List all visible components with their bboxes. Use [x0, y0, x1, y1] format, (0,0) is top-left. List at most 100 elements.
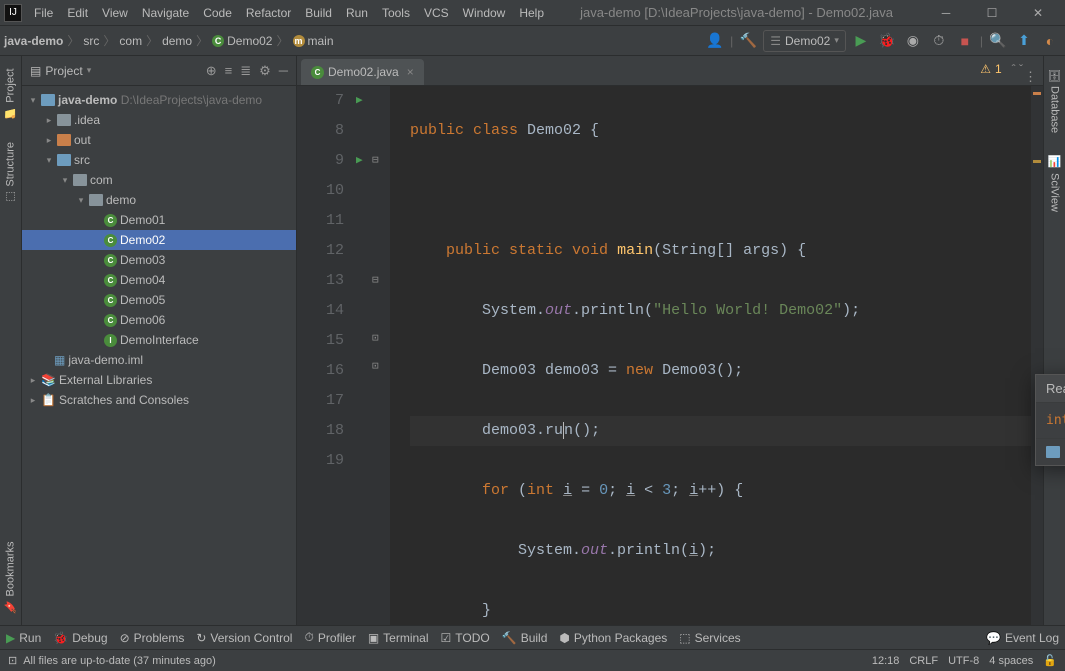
- tree-external-libraries[interactable]: ▸📚External Libraries: [22, 370, 296, 390]
- menu-build[interactable]: Build: [299, 4, 338, 22]
- close-tab-icon[interactable]: ×: [407, 65, 414, 79]
- tool-profiler[interactable]: ⏱Profiler: [304, 630, 355, 645]
- class-icon: C: [104, 274, 117, 287]
- menu-run[interactable]: Run: [340, 4, 374, 22]
- tool-todo[interactable]: ☑TODO: [441, 631, 490, 645]
- menu-edit[interactable]: Edit: [61, 4, 94, 22]
- menu-file[interactable]: File: [28, 4, 59, 22]
- indent-settings[interactable]: 4 spaces: [989, 655, 1033, 667]
- search-everywhere-button[interactable]: 🔍: [987, 30, 1009, 52]
- tree-folder-src[interactable]: ▾src: [22, 150, 296, 170]
- menu-navigate[interactable]: Navigate: [136, 4, 195, 22]
- project-view-selector[interactable]: ▤ Project ▾: [30, 64, 91, 78]
- caret-position[interactable]: 12:18: [872, 655, 900, 667]
- tree-root[interactable]: ▾ java-demo D:\IdeaProjects\java-demo: [22, 90, 296, 110]
- tool-tab-sciview[interactable]: 📊SciView: [1046, 151, 1063, 215]
- menu-code[interactable]: Code: [197, 4, 238, 22]
- line-separator[interactable]: CRLF: [909, 655, 938, 667]
- readonly-icon[interactable]: 🔓: [1043, 654, 1057, 667]
- menu-help[interactable]: Help: [513, 4, 550, 22]
- tool-debug[interactable]: 🐞Debug: [53, 631, 107, 645]
- code-editor[interactable]: 7 8 9 10 11 12 13 14 15 16 17 18 19 ▶ ▶ …: [297, 86, 1043, 625]
- tree-folder-com[interactable]: ▾com: [22, 170, 296, 190]
- menu-window[interactable]: Window: [457, 4, 512, 22]
- crumb-class[interactable]: CDemo02: [212, 34, 272, 48]
- run-configuration-selector[interactable]: ☰ Demo02 ▾: [763, 30, 846, 52]
- tree-folder-out[interactable]: ▸out: [22, 130, 296, 150]
- tree-file-demo04[interactable]: CDemo04: [22, 270, 296, 290]
- tool-tab-structure[interactable]: ⬚Structure: [2, 138, 19, 208]
- tool-tab-project[interactable]: 📁Project: [2, 64, 19, 124]
- ide-settings-button[interactable]: ◐: [1039, 30, 1061, 52]
- menu-view[interactable]: View: [96, 4, 134, 22]
- warning-icon: ⚠: [980, 62, 991, 76]
- crumb-method[interactable]: mmain: [293, 34, 334, 48]
- menu-vcs[interactable]: VCS: [418, 4, 455, 22]
- right-tool-stripe: 🗄Database 📊SciView: [1043, 56, 1065, 625]
- fold-column[interactable]: ⊟ ⊟ ⊡ ⊡: [372, 86, 390, 625]
- tree-file-demo05[interactable]: CDemo05: [22, 290, 296, 310]
- main-menu: File Edit View Navigate Code Refactor Bu…: [28, 4, 550, 22]
- tree-file-demo02[interactable]: CDemo02: [22, 230, 296, 250]
- gutter-icons[interactable]: ▶ ▶: [352, 86, 372, 625]
- menu-refactor[interactable]: Refactor: [240, 4, 297, 22]
- project-tool-window: ▤ Project ▾ ⊕ ≡ ≣ ⚙ ─ ▾ java-demo D:\Ide…: [22, 56, 297, 625]
- project-panel-header: ▤ Project ▾ ⊕ ≡ ≣ ⚙ ─: [22, 56, 296, 86]
- close-button[interactable]: ✕: [1015, 0, 1061, 26]
- tree-file-demo01[interactable]: CDemo01: [22, 210, 296, 230]
- tree-folder-demo[interactable]: ▾demo: [22, 190, 296, 210]
- minimize-button[interactable]: ─: [923, 0, 969, 26]
- tab-label: Demo02.java: [328, 65, 399, 79]
- tool-services[interactable]: ⬚Services: [679, 631, 740, 645]
- expand-all-icon[interactable]: ≡: [225, 63, 233, 79]
- user-icon[interactable]: 👤: [704, 30, 726, 52]
- settings-icon[interactable]: ⚙: [259, 63, 271, 79]
- crumb-project[interactable]: java-demo: [4, 34, 63, 48]
- tree-folder-idea[interactable]: ▸.idea: [22, 110, 296, 130]
- editor-tab-demo02[interactable]: C Demo02.java ×: [301, 59, 424, 85]
- crumb-com[interactable]: com: [119, 34, 142, 48]
- line-number-gutter[interactable]: 7 8 9 10 11 12 13 14 15 16 17 18 19: [297, 86, 352, 625]
- menu-tools[interactable]: Tools: [376, 4, 416, 22]
- problems-indicator[interactable]: ⚠1 ˆ ˇ: [980, 62, 1023, 76]
- status-bar: ⊡ All files are up-to-date (37 minutes a…: [0, 649, 1065, 671]
- popup-title: Reassigned local variable: [1036, 375, 1065, 403]
- tree-file-iml[interactable]: ▦java-demo.iml: [22, 350, 296, 370]
- tool-tab-bookmarks[interactable]: 🔖Bookmarks: [2, 537, 19, 617]
- select-opened-file-icon[interactable]: ⊕: [206, 63, 217, 79]
- tree-file-demointerface[interactable]: IDemoInterface: [22, 330, 296, 350]
- run-main-gutter-icon[interactable]: ▶: [356, 146, 363, 176]
- tool-vcs[interactable]: ↻Version Control: [196, 631, 292, 645]
- build-button[interactable]: 🔨: [737, 30, 759, 52]
- tool-eventlog[interactable]: 💬Event Log: [986, 631, 1059, 645]
- editor-more-icon[interactable]: ⋮: [1024, 69, 1037, 85]
- run-button[interactable]: ▶: [850, 30, 872, 52]
- coverage-button[interactable]: ◉: [902, 30, 924, 52]
- tool-build[interactable]: 🔨Build: [502, 631, 548, 645]
- update-button[interactable]: ⬆: [1013, 30, 1035, 52]
- tool-tab-database[interactable]: 🗄Database: [1046, 64, 1063, 137]
- status-icon[interactable]: ⊡: [8, 654, 17, 667]
- tree-scratches[interactable]: ▸📋Scratches and Consoles: [22, 390, 296, 410]
- stop-button[interactable]: ■: [954, 30, 976, 52]
- file-encoding[interactable]: UTF-8: [948, 655, 979, 667]
- collapse-all-icon[interactable]: ≣: [240, 63, 251, 79]
- class-icon: C: [104, 254, 117, 267]
- tree-file-demo03[interactable]: CDemo03: [22, 250, 296, 270]
- crumb-demo[interactable]: demo: [162, 34, 192, 48]
- hide-icon[interactable]: ─: [279, 63, 288, 79]
- error-stripe[interactable]: [1031, 86, 1043, 625]
- debug-button[interactable]: 🐞: [876, 30, 898, 52]
- profiler-button[interactable]: ⏱: [928, 30, 950, 52]
- tool-run[interactable]: ▶Run: [6, 631, 41, 645]
- module-icon: [1046, 446, 1060, 458]
- tool-python[interactable]: ⬢Python Packages: [559, 631, 667, 645]
- tree-file-demo06[interactable]: CDemo06: [22, 310, 296, 330]
- maximize-button[interactable]: ☐: [969, 0, 1015, 26]
- project-tree[interactable]: ▾ java-demo D:\IdeaProjects\java-demo ▸.…: [22, 86, 296, 625]
- tool-terminal[interactable]: ▣Terminal: [368, 631, 429, 645]
- crumb-src[interactable]: src: [83, 34, 99, 48]
- tool-problems[interactable]: ⊘Problems: [120, 631, 185, 645]
- run-class-gutter-icon[interactable]: ▶: [356, 86, 363, 116]
- code-content[interactable]: public class Demo02 { public static void…: [390, 86, 1031, 625]
